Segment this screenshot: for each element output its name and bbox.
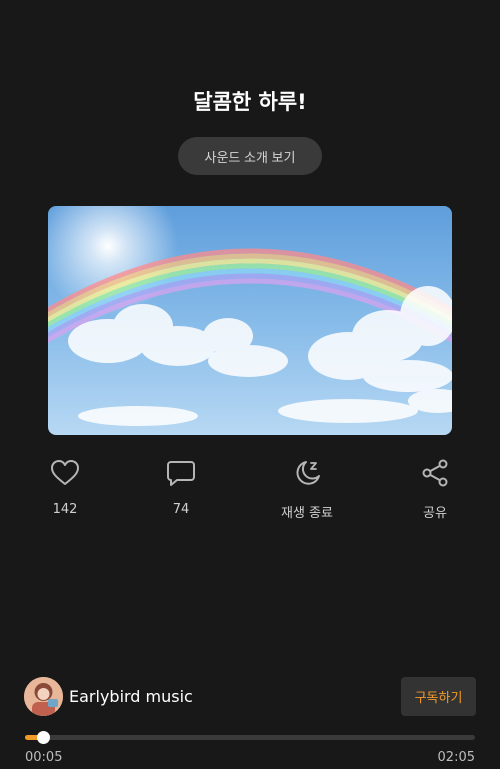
progress-bar[interactable] [25, 731, 475, 744]
share-icon [422, 459, 448, 487]
sleep-timer-label: 재생 종료 [281, 506, 333, 521]
like-button[interactable]: 142 [20, 458, 110, 528]
sleep-timer-button[interactable]: 재생 종료 [262, 458, 352, 528]
share-label: 공유 [423, 506, 447, 521]
cover-image [48, 206, 452, 435]
comment-icon [167, 461, 195, 486]
comment-button[interactable]: 74 [136, 458, 226, 528]
subscribe-button[interactable]: 구독하기 [401, 677, 476, 716]
action-bar: 142 74 재생 종료 공유 [0, 458, 500, 528]
page-title: 달콤한 하루! [193, 90, 307, 114]
channel-name[interactable]: Earlybird music [69, 687, 193, 706]
channel-avatar[interactable] [24, 677, 63, 716]
channel-row: Earlybird music 구독하기 [24, 677, 476, 717]
comment-count: 74 [172, 502, 190, 517]
sleep-moon-icon [296, 461, 320, 485]
progress-handle[interactable] [37, 731, 50, 744]
heart-icon [51, 460, 79, 485]
sound-intro-button[interactable]: 사운드 소개 보기 [178, 137, 322, 175]
current-time: 00:05 [25, 750, 63, 765]
like-count: 142 [52, 502, 78, 517]
total-time: 02:05 [437, 750, 475, 765]
share-button[interactable]: 공유 [390, 458, 480, 528]
